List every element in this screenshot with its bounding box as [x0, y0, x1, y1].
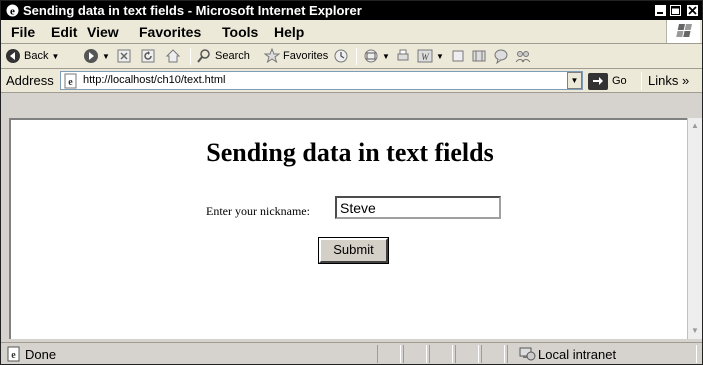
nickname-label: Enter your nickname:: [206, 204, 310, 218]
contacts-icon: [515, 51, 531, 63]
chevron-right-icon: »: [681, 73, 690, 88]
submit-button[interactable]: Submit: [318, 237, 389, 264]
home-button[interactable]: [165, 47, 181, 65]
menu-view[interactable]: View: [87, 24, 119, 40]
close-icon[interactable]: [686, 4, 699, 17]
menu-favorites[interactable]: Favorites: [139, 24, 201, 40]
page-content: Sending data in text fields Enter your n…: [9, 118, 687, 339]
page-done-icon: e: [6, 346, 22, 364]
window-title: Sending data in text fields - Microsoft …: [23, 3, 362, 18]
history-button[interactable]: [333, 47, 349, 65]
contacts-button[interactable]: [515, 47, 531, 65]
vertical-scrollbar[interactable]: ▲ ▼: [687, 118, 702, 339]
back-dropdown-icon[interactable]: ▼: [51, 52, 59, 61]
menu-bar: File Edit View Favorites Tools Help: [1, 20, 702, 44]
search-icon: [197, 49, 210, 63]
svg-text:e: e: [10, 6, 15, 18]
toolbar-divider: [641, 72, 642, 90]
refresh-icon: [141, 49, 155, 63]
status-pane: [377, 345, 401, 363]
mail-button[interactable]: ▼: [363, 47, 390, 65]
links-label: Links: [648, 73, 679, 88]
search-button[interactable]: Search: [196, 47, 250, 65]
menu-file[interactable]: File: [11, 24, 35, 40]
go-arrow-icon: [588, 72, 608, 90]
links-button[interactable]: Links »: [648, 73, 689, 88]
messenger-button[interactable]: [493, 47, 509, 65]
discuss-button[interactable]: [451, 47, 465, 65]
go-label: Go: [612, 75, 627, 87]
status-pane: [481, 345, 505, 363]
forward-button[interactable]: ▼: [83, 47, 110, 65]
favorites-button[interactable]: Favorites: [264, 47, 328, 65]
svg-text:e: e: [11, 350, 16, 361]
print-icon: [397, 49, 409, 61]
stop-button[interactable]: [117, 47, 131, 65]
address-bar: Address e http://localhost/ch10/text.htm…: [1, 69, 702, 93]
ie-page-icon: e: [63, 73, 79, 94]
back-label: Back: [24, 50, 49, 62]
status-pane: [403, 345, 427, 363]
menu-edit[interactable]: Edit: [51, 24, 77, 40]
word-icon: W: [417, 49, 433, 63]
forward-arrow-icon: [84, 49, 98, 63]
messenger-icon: [494, 49, 508, 64]
zone-text: Local intranet: [538, 347, 617, 362]
title-bar[interactable]: e Sending data in text fields - Microsof…: [1, 1, 702, 20]
print-button[interactable]: [395, 47, 411, 65]
page-title: Sending data in text fields: [206, 138, 494, 167]
back-arrow-icon: [6, 49, 20, 63]
mail-icon: [364, 49, 378, 63]
menu-tools[interactable]: Tools: [222, 24, 258, 40]
nickname-input[interactable]: [335, 196, 501, 219]
edit-dropdown-icon[interactable]: ▼: [436, 52, 444, 61]
maximize-icon[interactable]: [669, 4, 682, 17]
local-intranet-icon: [518, 346, 536, 364]
status-pane: [429, 345, 453, 363]
home-icon: [165, 49, 181, 63]
stop-icon: [117, 49, 131, 63]
search-label: Search: [215, 50, 250, 62]
forward-dropdown-icon[interactable]: ▼: [102, 52, 110, 61]
go-button[interactable]: Go: [588, 72, 627, 90]
star-icon: [264, 48, 280, 64]
address-url: http://localhost/ch10/text.html: [83, 74, 226, 86]
toolbar-divider: [190, 48, 191, 65]
back-button[interactable]: Back ▼: [5, 47, 59, 65]
research-button[interactable]: [471, 47, 487, 65]
toolbar-divider: [356, 48, 357, 65]
status-text: Done: [25, 347, 57, 362]
browser-window: e Sending data in text fields - Microsof…: [0, 0, 703, 365]
address-label: Address: [6, 73, 54, 88]
address-dropdown-icon[interactable]: ▼: [567, 72, 582, 89]
scroll-down-icon[interactable]: ▼: [688, 324, 702, 338]
menu-help[interactable]: Help: [274, 24, 304, 40]
mail-dropdown-icon[interactable]: ▼: [382, 52, 390, 61]
status-pane: [455, 345, 479, 363]
refresh-button[interactable]: [141, 47, 155, 65]
svg-text:e: e: [68, 77, 73, 88]
toolbar: Back ▼ ▼ Search Favorites ▼ W ▼: [1, 44, 702, 69]
history-icon: [334, 49, 348, 63]
favorites-label: Favorites: [283, 50, 329, 62]
windows-logo-icon: [666, 20, 700, 43]
discuss-icon: [452, 50, 464, 62]
edit-button[interactable]: W ▼: [417, 47, 444, 65]
address-input[interactable]: e http://localhost/ch10/text.html: [60, 71, 583, 90]
research-icon: [472, 50, 486, 62]
scroll-up-icon[interactable]: ▲: [688, 119, 702, 133]
ie-icon: e: [5, 3, 20, 18]
minimize-icon[interactable]: [654, 4, 667, 17]
status-bar: e Done Local intranet: [1, 342, 702, 364]
